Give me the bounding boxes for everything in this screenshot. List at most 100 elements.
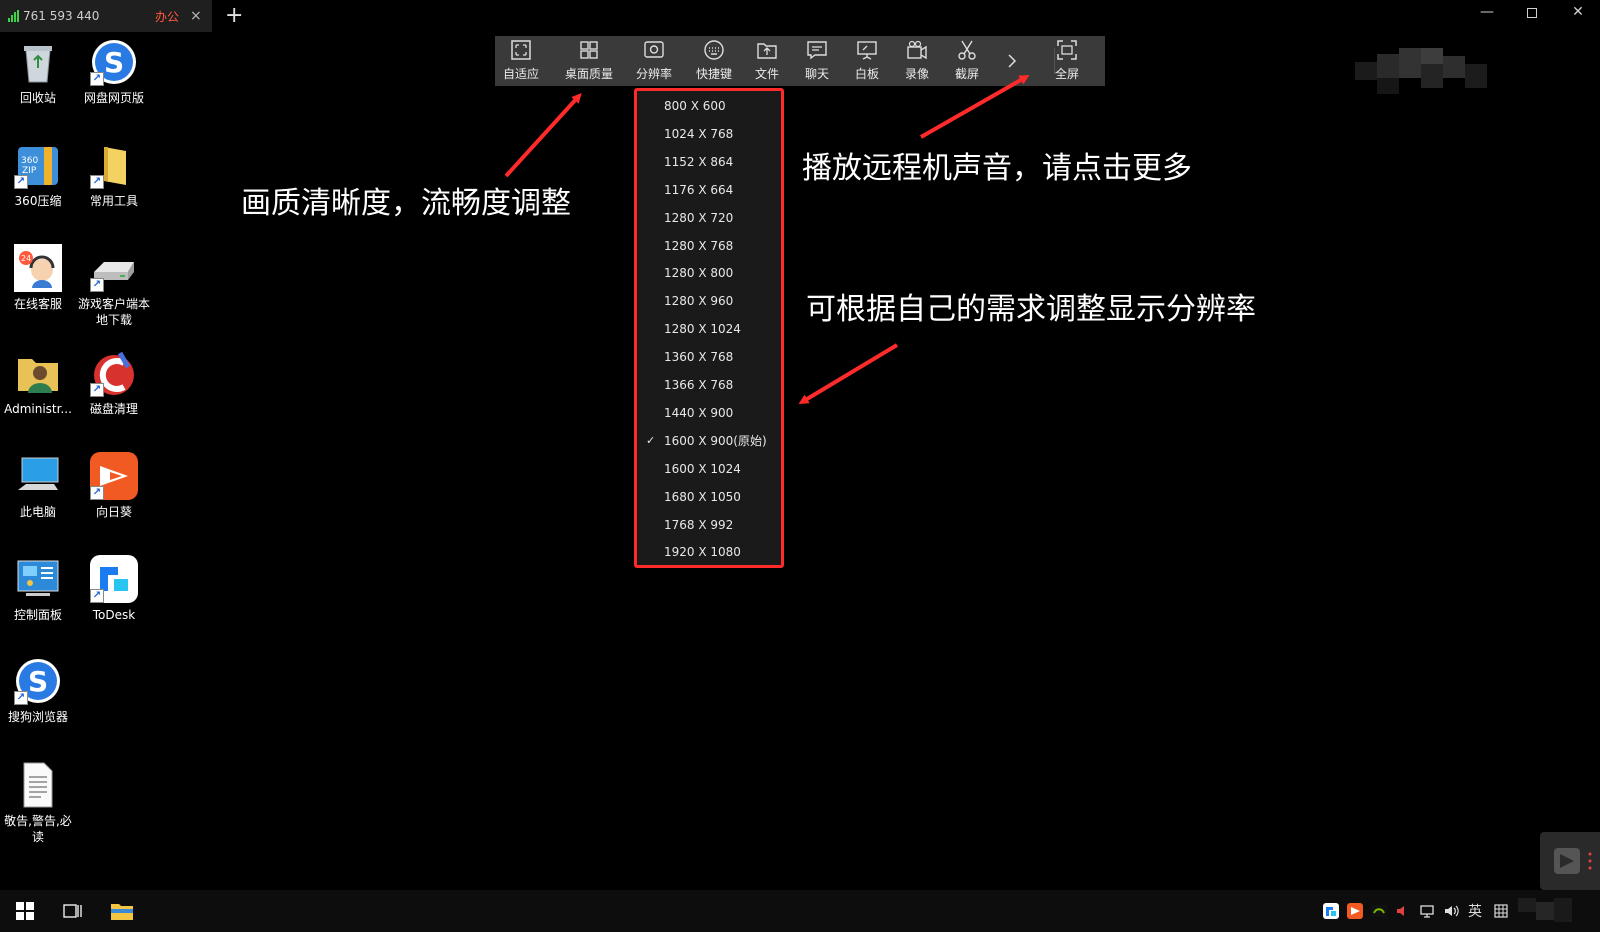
desktop-icon-recycle-bin[interactable]: 回收站 [0, 38, 76, 106]
new-tab-button[interactable]: + [225, 3, 243, 28]
resolution-option[interactable]: 1280 X 800 [637, 262, 781, 284]
resolution-option[interactable]: 1176 X 664 [637, 179, 781, 201]
volume-icon [1445, 905, 1459, 917]
resolution-option[interactable]: 1920 X 1080 [637, 541, 781, 563]
svg-text:S: S [104, 46, 124, 79]
shortcut-button[interactable]: 快捷键 [691, 36, 737, 86]
desktop-icon-todesk[interactable]: ↗ ToDesk [76, 555, 152, 623]
volume-muted-tray[interactable] [1392, 890, 1414, 932]
desktop-icon-readme[interactable]: 敬告,警告,必读 [0, 761, 76, 845]
ime-icon [1494, 904, 1508, 918]
desktop-icon-game-client[interactable]: ↗ 游戏客户端本地下载 [76, 244, 152, 328]
more-button[interactable] [997, 36, 1027, 86]
resolution-option[interactable]: 1280 X 960 [637, 290, 781, 312]
todesk-tray[interactable] [1320, 890, 1342, 932]
chat-button[interactable]: 聊天 [799, 36, 835, 86]
resolution-option[interactable]: 1152 X 864 [637, 151, 781, 173]
maximize-button[interactable] [1517, 4, 1547, 22]
resolution-menu: 800 X 600 1024 X 768 1152 X 864 1176 X 664 1… [634, 88, 784, 568]
shortcut-arrow-icon: ↗ [90, 278, 104, 292]
nvidia-icon [1371, 905, 1387, 917]
desktop-icon-disk-clean[interactable]: ↗ 磁盘清理 [76, 349, 152, 417]
sunflower-tray[interactable] [1344, 890, 1366, 932]
resolution-option-label: 1280 X 720 [664, 210, 734, 225]
support-icon: 24 [14, 244, 62, 292]
shortcut-arrow-icon: ↗ [14, 691, 28, 705]
recycle-bin-icon [14, 38, 62, 86]
record-button[interactable]: 录像 [899, 36, 935, 86]
windows-icon [16, 902, 34, 920]
resolution-option[interactable]: 1680 X 1050 [637, 486, 781, 508]
svg-text:24: 24 [21, 254, 31, 263]
whiteboard-button[interactable]: 白板 [849, 36, 885, 86]
resolution-option-label: 1440 X 900 [664, 405, 734, 420]
annotation-sound: 播放远程机声音，请点击更多 [802, 151, 1192, 186]
desktop-icon-support[interactable]: 24 在线客服 [0, 244, 76, 312]
shortcut-arrow-icon: ↗ [90, 486, 104, 500]
side-widget[interactable] [1540, 832, 1600, 890]
desktop-icon-netdisk[interactable]: S ↗ 网盘网页版 [76, 38, 152, 106]
resolution-option-label: 1280 X 1024 [664, 322, 741, 337]
network-tray[interactable] [1416, 890, 1438, 932]
network-icon [1420, 905, 1434, 918]
language-indicator[interactable]: 英 [1464, 890, 1486, 932]
resolution-option-label: 1024 X 768 [664, 126, 734, 141]
resolution-option[interactable]: 1440 X 900 [637, 402, 781, 424]
resolution-option[interactable]: 1024 X 768 [637, 123, 781, 145]
fit-button[interactable]: 自适应 [495, 36, 547, 86]
desktop-icon-sunflower[interactable]: ↗ 向日葵 [76, 452, 152, 520]
desktop-icon-administrator[interactable]: Administr... [0, 349, 76, 417]
resolution-option[interactable]: ✓ 1600 X 900(原始) [637, 430, 781, 452]
resolution-option[interactable]: 1280 X 1024 [637, 318, 781, 340]
file-label: 文件 [754, 67, 779, 81]
desktop-icon-label: 搜狗浏览器 [7, 710, 68, 724]
whiteboard-icon [857, 41, 877, 60]
desktop-icon-this-pc[interactable]: 此电脑 [0, 452, 76, 520]
resolution-option[interactable]: 1366 X 768 [637, 374, 781, 396]
desktop-quality-label: 桌面质量 [564, 67, 613, 81]
resolution-option[interactable]: 1768 X 992 [637, 514, 781, 536]
arrow-to-more [920, 75, 1030, 139]
resolution-option-label: 1280 X 800 [664, 266, 734, 281]
desktop-icon-sogou-browser[interactable]: S ↗ 搜狗浏览器 [0, 657, 76, 725]
file-button[interactable]: 文件 [749, 36, 785, 86]
desktop-icon-label: 回收站 [19, 91, 56, 105]
volume-muted-icon [1397, 906, 1404, 916]
toolbar-divider [1054, 48, 1055, 74]
sogou-s-icon: S ↗ [14, 657, 62, 705]
taskbar: 英 [0, 890, 1600, 932]
desktop-icon-tools-folder[interactable]: ↗ 常用工具 [76, 141, 152, 209]
computer-icon [14, 452, 62, 500]
folder-icon: ↗ [90, 141, 138, 189]
nvidia-tray[interactable] [1368, 890, 1390, 932]
minimize-button[interactable]: — [1472, 4, 1502, 20]
resolution-option[interactable]: 1280 X 720 [637, 207, 781, 229]
keyboard-icon [704, 40, 724, 60]
session-tab[interactable]: 761 593 440 办公 × [0, 0, 212, 32]
screenshot-button[interactable]: 截屏 [949, 36, 985, 86]
folder-upload-icon [757, 43, 777, 59]
close-window-button[interactable]: ✕ [1563, 4, 1593, 20]
resolution-option[interactable]: 1360 X 768 [637, 346, 781, 368]
desktop-quality-button[interactable]: 桌面质量 [561, 36, 617, 86]
resolution-option[interactable]: 800 X 600 [637, 95, 781, 117]
close-tab-button[interactable]: × [190, 8, 202, 24]
desktop-icon-control-panel[interactable]: 控制面板 [0, 555, 76, 623]
clock-blur [1518, 898, 1588, 926]
resolution-option[interactable]: 1280 X 768 [637, 235, 781, 257]
resolution-button[interactable]: 分辨率 [631, 36, 677, 86]
fullscreen-button[interactable]: 全屏 [1047, 36, 1087, 86]
resolution-option[interactable]: 1600 X 1024 [637, 458, 781, 480]
desktop-icon-label: 360压缩 [14, 194, 62, 208]
start-button[interactable] [10, 890, 40, 932]
volume-tray[interactable] [1440, 890, 1462, 932]
sunflower-tray-icon [1347, 903, 1363, 919]
file-explorer-button[interactable] [106, 890, 138, 932]
task-view-icon [63, 904, 82, 918]
resolution-option-label: 1680 X 1050 [664, 489, 741, 504]
fit-icon [511, 40, 531, 60]
ime-tray[interactable] [1490, 890, 1512, 932]
desktop-icon-label: 此电脑 [19, 505, 56, 519]
desktop-icon-360zip[interactable]: 360 ZIP ↗ 360压缩 [0, 141, 76, 209]
task-view-button[interactable] [58, 890, 88, 932]
